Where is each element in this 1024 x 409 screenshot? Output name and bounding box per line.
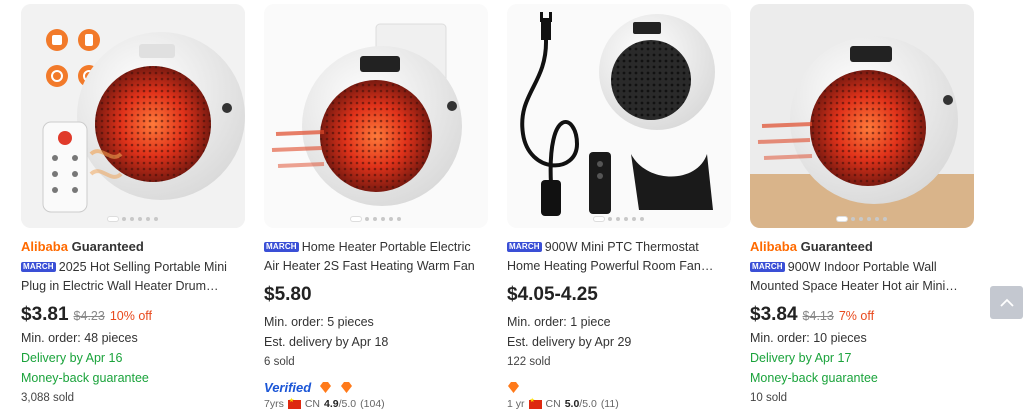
march-tag: MARCH <box>750 262 785 272</box>
product-price: $3.84 <box>750 304 798 325</box>
scroll-to-top-button[interactable] <box>990 286 1023 319</box>
verified-badge[interactable]: Verified <box>264 380 311 395</box>
product-card[interactable]: Alibaba Guaranteed MARCH 2025 Hot Selling… <box>21 4 245 408</box>
supplier-meta: 7yrs CN 4.9/5.0 (104) <box>264 397 488 409</box>
image-carousel-dots[interactable] <box>351 217 401 221</box>
money-back-guarantee: Money-back guarantee <box>750 371 878 385</box>
alibaba-guaranteed-badge: Alibaba Guaranteed <box>21 239 144 254</box>
product-image[interactable] <box>507 4 731 228</box>
delivery-date: Delivery by Apr 17 <box>750 351 852 365</box>
alibaba-guaranteed-badge: Alibaba Guaranteed <box>750 239 873 254</box>
min-order: Min. order: 5 pieces <box>264 315 374 329</box>
min-order: Min. order: 1 piece <box>507 315 611 329</box>
min-order: Min. order: 48 pieces <box>21 331 138 345</box>
supplier-meta: 1 yr CN 5.0/5.0 (11) <box>507 397 731 409</box>
china-flag-icon <box>287 397 301 409</box>
image-carousel-dots[interactable] <box>594 217 644 221</box>
money-back-guarantee: Money-back guarantee <box>21 371 149 385</box>
product-card[interactable]: Alibaba Guaranteed MARCH 900W Indoor Port… <box>750 4 974 408</box>
product-title[interactable]: MARCH Home Heater Portable Electric Air H… <box>264 238 488 276</box>
china-flag-icon <box>528 397 542 409</box>
rating-value: 5.0 <box>564 398 580 409</box>
product-title[interactable]: MARCH 900W Mini PTC Thermostat Home Heati… <box>507 238 731 276</box>
march-tag: MARCH <box>507 242 542 252</box>
march-tag: MARCH <box>264 242 299 252</box>
product-price: $5.80 <box>264 284 312 305</box>
diamond-icon <box>341 381 353 393</box>
product-price: $3.81 <box>21 304 69 325</box>
discount-label: 10% off <box>109 309 152 323</box>
estimated-delivery: Est. delivery by Apr 18 <box>264 335 389 349</box>
image-carousel-dots[interactable] <box>837 217 887 221</box>
diamond-icon <box>508 381 519 393</box>
review-count: (11) <box>600 398 619 409</box>
original-price: $4.13 <box>802 309 834 323</box>
sold-count: 3,088 sold <box>21 392 75 404</box>
sold-count: 122 sold <box>507 356 551 368</box>
product-card[interactable]: MARCH 900W Mini PTC Thermostat Home Heati… <box>507 4 731 409</box>
sold-count: 6 sold <box>264 356 295 368</box>
image-carousel-dots[interactable] <box>108 217 158 221</box>
min-order: Min. order: 10 pieces <box>750 331 867 345</box>
original-price: $4.23 <box>73 309 105 323</box>
product-image[interactable] <box>750 4 974 228</box>
product-image[interactable] <box>21 4 245 228</box>
product-card[interactable]: MARCH Home Heater Portable Electric Air H… <box>264 4 488 409</box>
sold-count: 10 sold <box>750 392 788 404</box>
product-title[interactable]: MARCH 900W Indoor Portable Wall Mounted S… <box>750 258 974 296</box>
review-count: (104) <box>360 398 385 409</box>
chevron-up-icon <box>999 298 1014 307</box>
march-tag: MARCH <box>21 262 56 272</box>
rating-value: 4.9 <box>324 398 339 409</box>
estimated-delivery: Est. delivery by Apr 29 <box>507 335 632 349</box>
product-price: $4.05-4.25 <box>507 284 598 305</box>
delivery-date: Delivery by Apr 16 <box>21 351 123 365</box>
product-title[interactable]: MARCH 2025 Hot Selling Portable Mini Plug… <box>21 258 245 296</box>
product-image[interactable] <box>264 4 488 228</box>
diamond-icon <box>320 381 332 393</box>
discount-label: 7% off <box>838 309 875 323</box>
